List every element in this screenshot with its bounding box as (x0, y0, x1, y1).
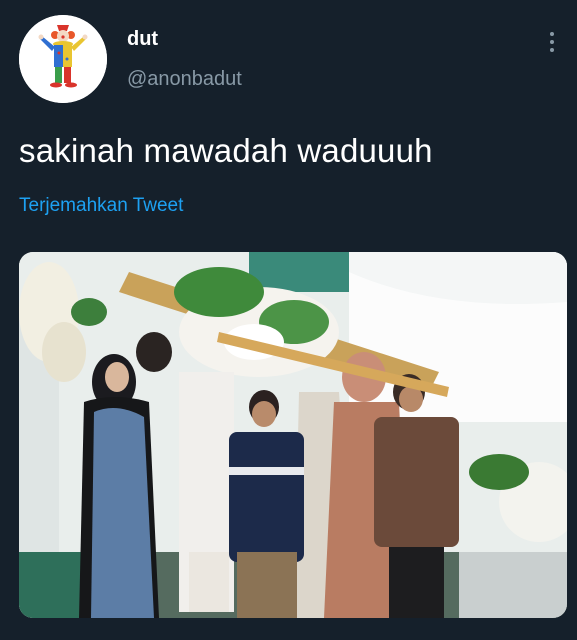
tweet-photo[interactable] (19, 252, 567, 618)
wedding-photo (19, 252, 567, 618)
tweet-text: sakinah mawadah waduuuh (19, 132, 433, 169)
user-handle[interactable]: @anonbadut (127, 68, 242, 91)
clown-avatar-icon (19, 15, 107, 103)
avatar[interactable] (19, 15, 107, 103)
more-dot (550, 32, 554, 36)
more-dot (550, 40, 554, 44)
translate-tweet-link[interactable]: Terjemahkan Tweet (19, 195, 183, 217)
more-vertical-icon[interactable] (540, 28, 564, 56)
display-name[interactable]: dut (127, 28, 158, 51)
more-dot (550, 48, 554, 52)
